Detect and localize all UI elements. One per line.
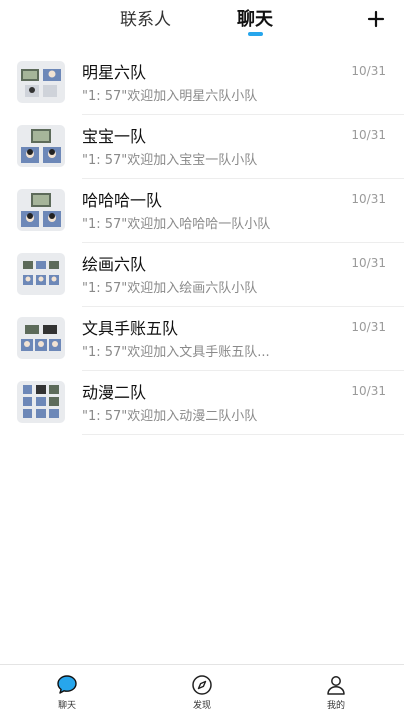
chat-time: 10/31	[351, 64, 386, 78]
nav-label: 发现	[192, 701, 211, 711]
chat-list: 明星六队 "1: 57"欢迎加入明星六队小队 10/31 宝宝一队 "1: 57…	[0, 51, 404, 435]
chat-title: 宝宝一队	[82, 127, 147, 146]
chat-preview: "1: 57"欢迎加入文具手账五队...	[82, 345, 270, 360]
chat-title: 哈哈哈一队	[82, 191, 163, 210]
nav-label: 我的	[326, 701, 345, 711]
chat-time: 10/31	[351, 320, 386, 334]
chat-title: 文具手账五队	[82, 319, 179, 338]
chat-preview: "1: 57"欢迎加入明星六队小队	[82, 89, 258, 104]
chat-title: 绘画六队	[82, 255, 147, 274]
group-avatar	[17, 125, 65, 167]
chat-row[interactable]: 文具手账五队 "1: 57"欢迎加入文具手账五队... 10/31	[0, 307, 404, 371]
tab-chat[interactable]: 聊天	[237, 8, 273, 32]
chat-bubble-icon	[57, 675, 77, 694]
chat-preview: "1: 57"欢迎加入哈哈哈一队小队	[82, 217, 271, 232]
chat-row[interactable]: 宝宝一队 "1: 57"欢迎加入宝宝一队小队 10/31	[0, 115, 404, 179]
person-icon	[327, 676, 345, 695]
chat-title: 动漫二队	[82, 383, 147, 402]
bottom-nav: 聊天 发现 我的	[0, 664, 404, 719]
chat-row[interactable]: 哈哈哈一队 "1: 57"欢迎加入哈哈哈一队小队 10/31	[0, 179, 404, 243]
chat-time: 10/31	[351, 192, 386, 206]
chat-row[interactable]: 动漫二队 "1: 57"欢迎加入动漫二队小队 10/31	[0, 371, 404, 435]
compass-icon	[192, 675, 212, 695]
group-avatar	[17, 189, 65, 231]
chat-preview: "1: 57"欢迎加入动漫二队小队	[82, 409, 258, 424]
chat-title: 明星六队	[82, 63, 147, 82]
chat-row[interactable]: 绘画六队 "1: 57"欢迎加入绘画六队小队 10/31	[0, 243, 404, 307]
group-avatar	[17, 253, 65, 295]
chat-time: 10/31	[351, 384, 386, 398]
active-tab-indicator	[248, 32, 263, 36]
divider	[82, 434, 404, 435]
chat-preview: "1: 57"欢迎加入绘画六队小队	[82, 281, 258, 296]
chat-row[interactable]: 明星六队 "1: 57"欢迎加入明星六队小队 10/31	[0, 51, 404, 115]
group-avatar	[17, 61, 65, 103]
nav-item-chat[interactable]: 聊天	[37, 673, 97, 717]
chat-preview: "1: 57"欢迎加入宝宝一队小队	[82, 153, 258, 168]
top-bar: 联系人 聊天	[0, 0, 404, 46]
group-avatar	[17, 317, 65, 359]
nav-item-discover[interactable]: 发现	[172, 673, 232, 717]
tab-contacts[interactable]: 联系人	[120, 8, 171, 32]
group-avatar	[17, 381, 65, 423]
nav-label: 聊天	[57, 701, 76, 711]
add-button[interactable]	[366, 9, 386, 29]
plus-icon	[367, 10, 385, 28]
chat-time: 10/31	[351, 128, 386, 142]
app-root: 联系人 聊天 明星六队 "1: 57"欢迎加入明星六队小队 10/31 宝宝一队…	[0, 0, 404, 719]
nav-item-me[interactable]: 我的	[306, 673, 366, 717]
chat-time: 10/31	[351, 256, 386, 270]
